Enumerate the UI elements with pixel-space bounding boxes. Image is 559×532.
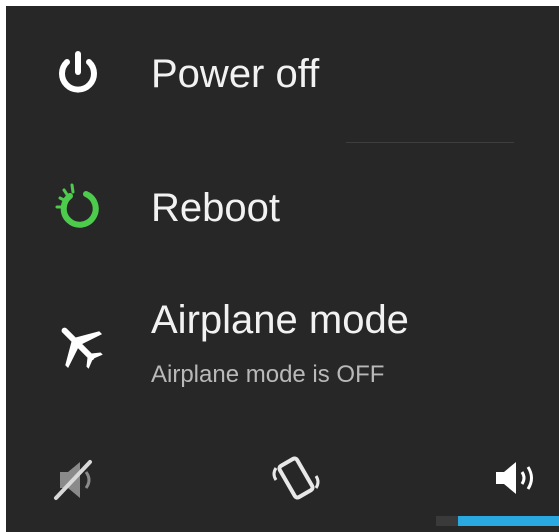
sound-mode-selector <box>6 436 559 532</box>
reboot-button[interactable]: Reboot <box>6 156 559 256</box>
reboot-icon <box>50 180 106 236</box>
vibrate-mode-button[interactable] <box>264 448 328 508</box>
vibrate-icon <box>264 456 328 512</box>
silent-icon <box>46 460 110 512</box>
power-icon <box>50 46 106 102</box>
airplane-mode-label: Airplane mode <box>151 298 409 342</box>
sound-on-button[interactable] <box>490 448 554 508</box>
airplane-mode-button[interactable]: Airplane mode Airplane mode is OFF <box>6 286 559 406</box>
sound-selected-indicator <box>458 516 559 526</box>
power-off-label: Power off <box>151 52 320 96</box>
airplane-mode-status: Airplane mode is OFF <box>151 361 385 388</box>
menu-divider <box>346 142 514 143</box>
power-options-dialog: Power off Reboot Airplane mode Airplane … <box>6 6 559 532</box>
reboot-label: Reboot <box>151 186 280 230</box>
airplane-icon <box>50 316 106 372</box>
sound-indicator-track <box>436 516 458 526</box>
sound-on-icon <box>490 462 554 512</box>
silent-mode-button[interactable] <box>46 448 110 508</box>
power-off-button[interactable]: Power off <box>6 36 559 136</box>
